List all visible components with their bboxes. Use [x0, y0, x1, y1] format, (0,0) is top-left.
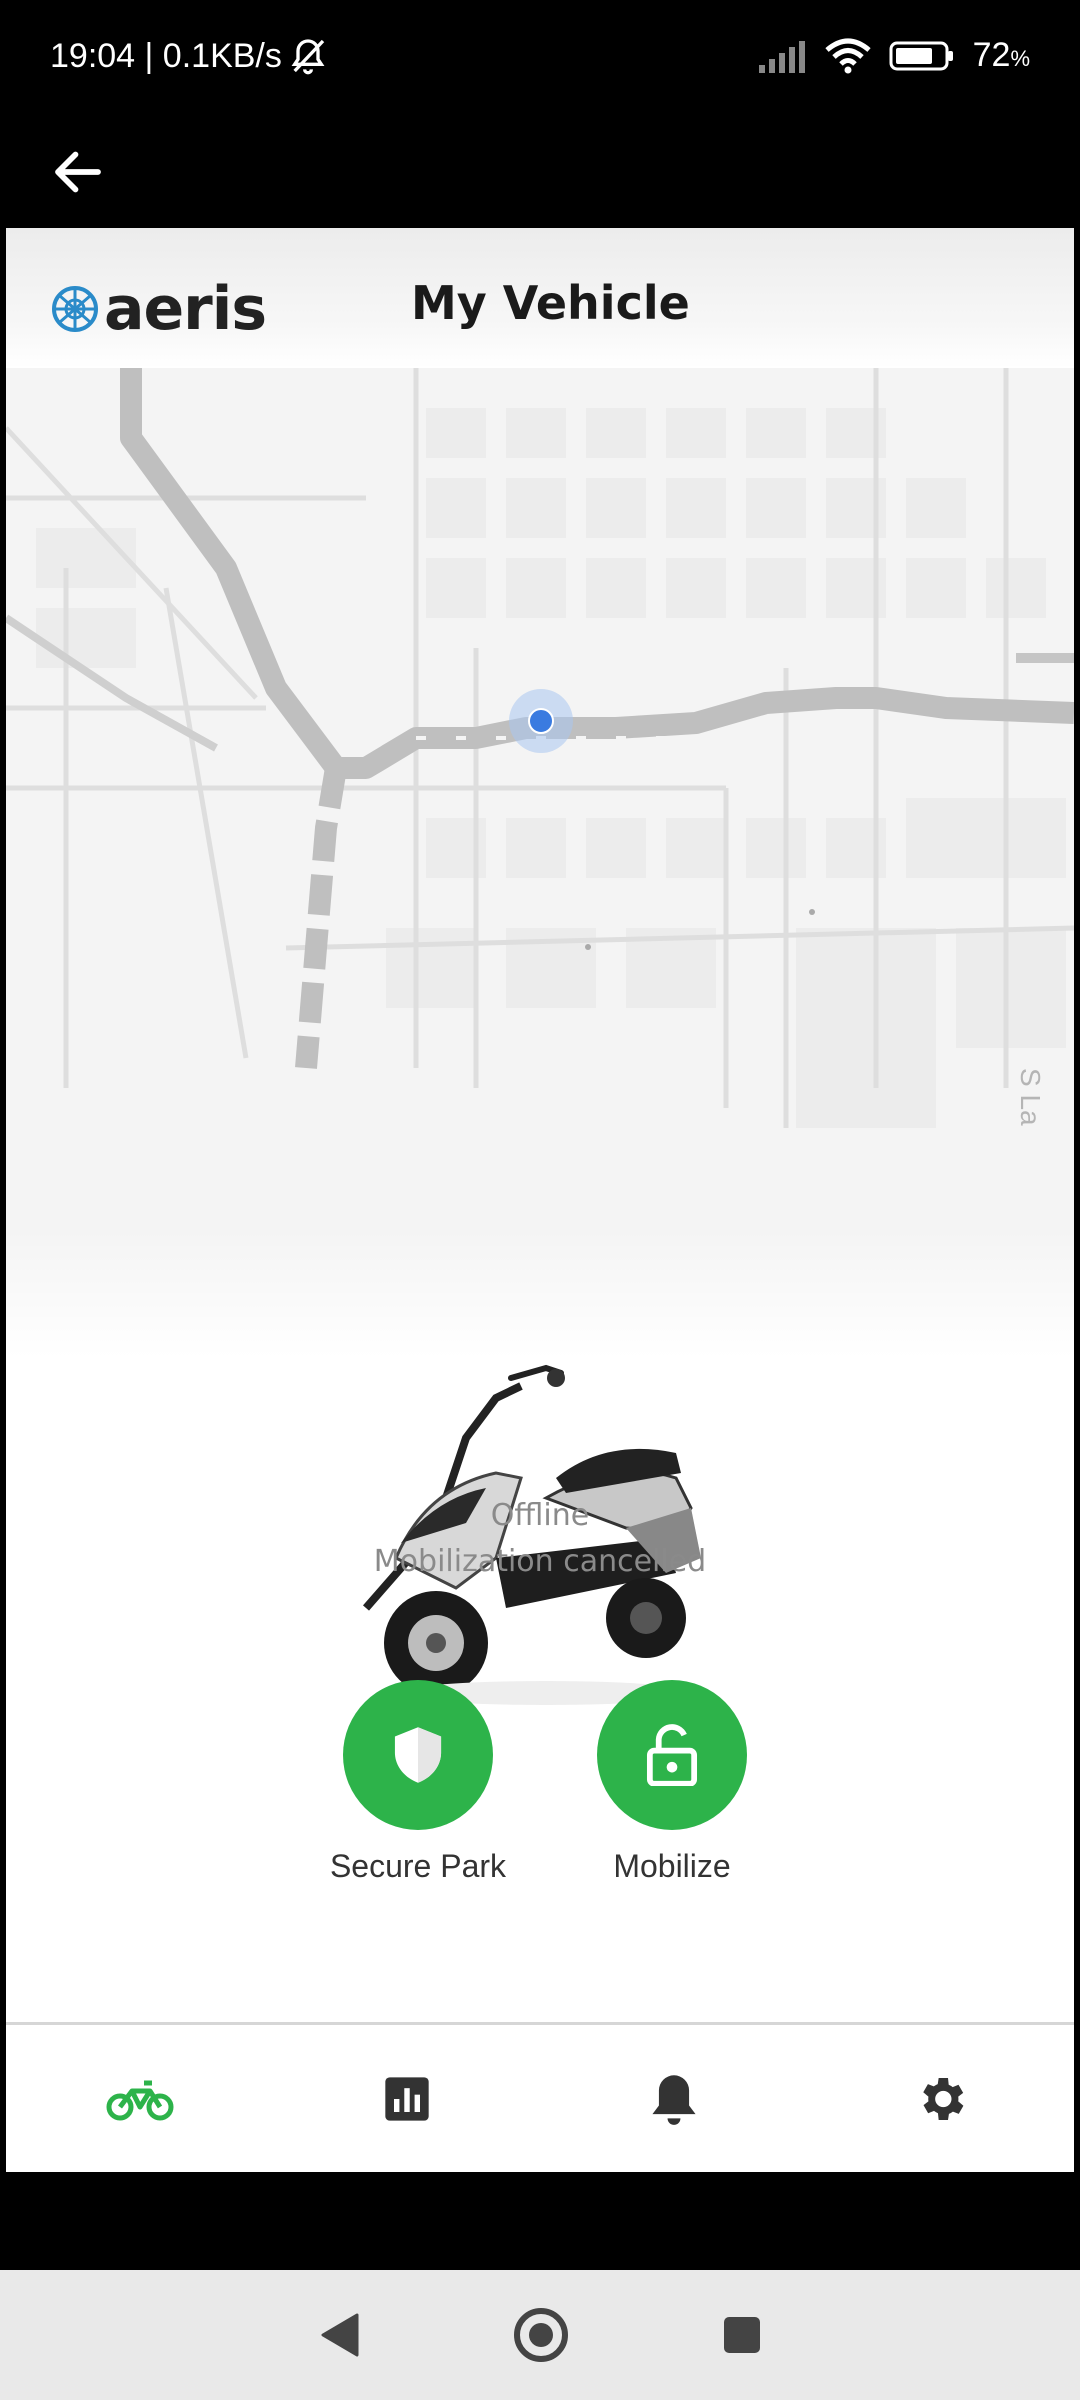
battery-percent: 72% [972, 36, 1030, 74]
aeris-logo: aeris [50, 274, 267, 344]
recents-square-icon[interactable] [721, 2314, 763, 2356]
bar-chart-icon [384, 2076, 429, 2121]
bell-off-icon [291, 39, 325, 75]
mobilize-circle[interactable] [597, 1680, 747, 1830]
shield-icon [394, 1727, 442, 1783]
home-circle-icon[interactable] [511, 2305, 571, 2365]
header: aeris My Vehicle [6, 228, 1074, 368]
bottom-nav [6, 2022, 1074, 2172]
mobilize-button[interactable]: Mobilize [552, 1680, 792, 1885]
signal-icon [758, 40, 805, 73]
back-triangle-icon[interactable] [317, 2311, 361, 2359]
secure-park-label: Secure Park [329, 1848, 507, 1884]
scooter-image [362, 1364, 701, 1705]
nav-item-vehicle[interactable] [6, 2025, 273, 2172]
map-fade [6, 1228, 1074, 1358]
bell-icon [651, 2074, 696, 2125]
globe-logo-icon [52, 286, 98, 332]
secure-park-circle[interactable] [343, 1680, 493, 1830]
unlock-icon [646, 1724, 698, 1786]
map-view[interactable]: S La [6, 368, 1074, 1358]
page-title: My Vehicle [411, 276, 690, 330]
wifi-icon [824, 38, 871, 73]
time-network-speed: 19:04 | 0.1KB/s [50, 36, 282, 75]
system-nav-bar [0, 2270, 1080, 2400]
vehicle-status: Offline [490, 1498, 590, 1533]
nav-item-stats[interactable] [273, 2025, 540, 2172]
nav-item-notifications[interactable] [540, 2025, 807, 2172]
secure-park-button[interactable]: Secure Park [298, 1680, 538, 1885]
status-left: 19:04 | 0.1KB/s [50, 36, 328, 76]
gear-icon [922, 2077, 963, 2120]
nav-item-settings[interactable] [807, 2025, 1074, 2172]
status-bar: 19:04 | 0.1KB/s 72% [0, 0, 1080, 120]
street-label: S La [1015, 1068, 1046, 1126]
app-content: aeris My Vehicle S La Offline Mobilizati… [6, 228, 1074, 2172]
vehicle-sub-status: Mobilization cancelled [373, 1544, 707, 1579]
back-arrow-icon[interactable] [48, 142, 108, 202]
app-bar [0, 120, 1080, 228]
logo-text: aeris [104, 274, 267, 344]
mobilize-label: Mobilize [613, 1848, 731, 1884]
battery-icon [889, 41, 953, 70]
bike-icon [106, 2080, 173, 2120]
status-right: 72% [757, 36, 1030, 75]
